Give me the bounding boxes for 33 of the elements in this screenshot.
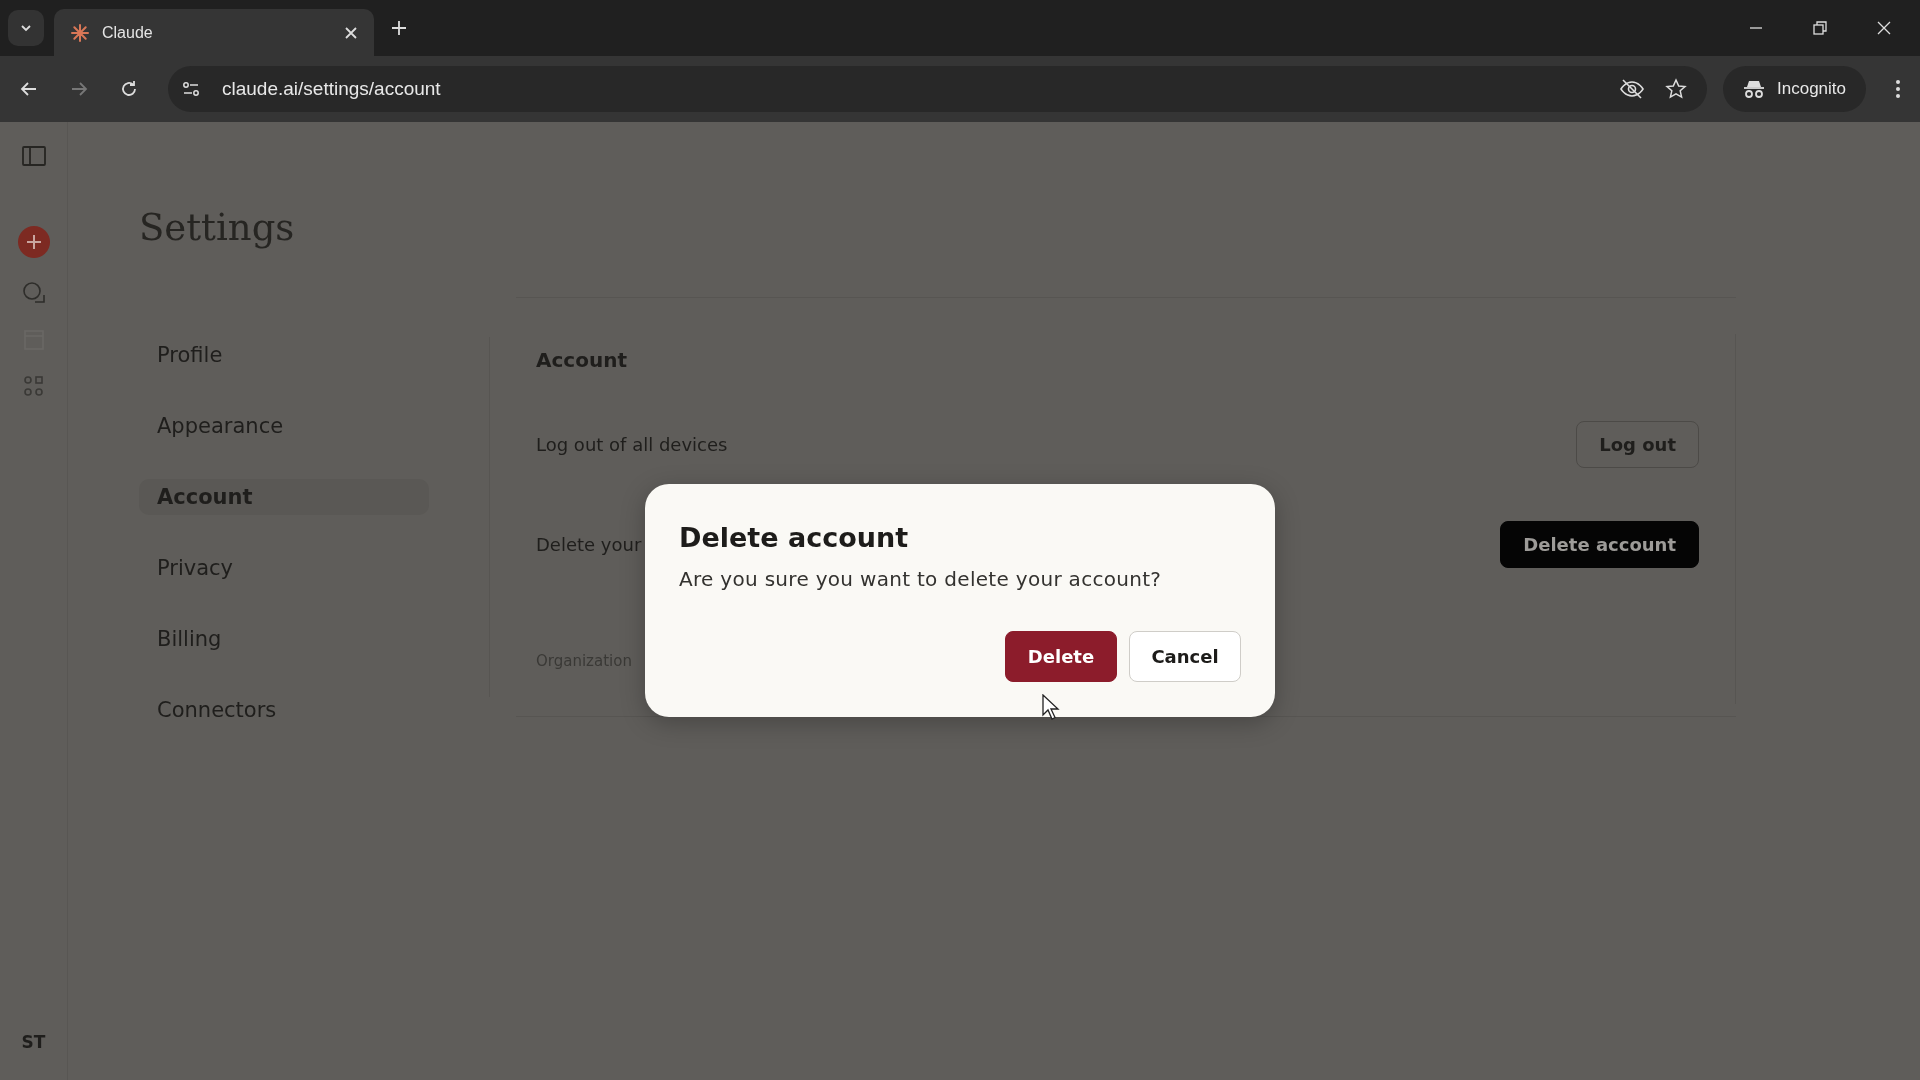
menu-icon[interactable]: [1894, 78, 1902, 100]
close-icon[interactable]: [1876, 20, 1892, 36]
address-bar[interactable]: claude.ai/settings/account: [168, 66, 1707, 112]
plus-icon[interactable]: [390, 19, 408, 37]
section-heading: Account: [536, 348, 628, 372]
settings-nav-item[interactable]: Profile: [139, 337, 429, 373]
browser-tab[interactable]: Claude: [54, 9, 374, 56]
dialog-title: Delete account: [679, 522, 910, 553]
incognito-chip[interactable]: Incognito: [1723, 66, 1866, 112]
crossed-eye-icon[interactable]: [1619, 78, 1645, 100]
log-out-button[interactable]: Log out: [1576, 420, 1699, 468]
url-text: claude.ai/settings/account: [222, 78, 441, 100]
setting-label: Delete your: [536, 533, 642, 555]
delete-button[interactable]: Delete: [1005, 631, 1117, 682]
starburst-icon: [70, 22, 90, 43]
restore-icon[interactable]: [1812, 20, 1828, 36]
settings-nav-item[interactable]: Privacy: [139, 550, 429, 586]
settings-nav-item[interactable]: Appearance: [139, 408, 429, 444]
star-icon[interactable]: [1665, 78, 1687, 100]
setting-label: Log out of all devices: [536, 433, 728, 455]
sidebar-toggle-icon[interactable]: [21, 146, 46, 166]
incognito-icon: [1743, 78, 1765, 100]
settings-title: Settings: [139, 206, 296, 249]
close-icon[interactable]: [344, 25, 358, 40]
settings-nav-item[interactable]: Connectors: [139, 692, 429, 728]
dialog-message: Are you sure you want to delete your account?: [679, 567, 1163, 591]
cancel-button[interactable]: Cancel: [1129, 631, 1241, 682]
tab-title: Claude: [102, 23, 154, 42]
new-chat-icon[interactable]: [17, 226, 50, 258]
settings-nav-item[interactable]: Account: [139, 479, 429, 515]
user-initials[interactable]: ST: [21, 1032, 46, 1052]
settings-nav-item[interactable]: Billing: [139, 621, 429, 657]
delete-account-button[interactable]: Delete account: [1500, 520, 1699, 568]
